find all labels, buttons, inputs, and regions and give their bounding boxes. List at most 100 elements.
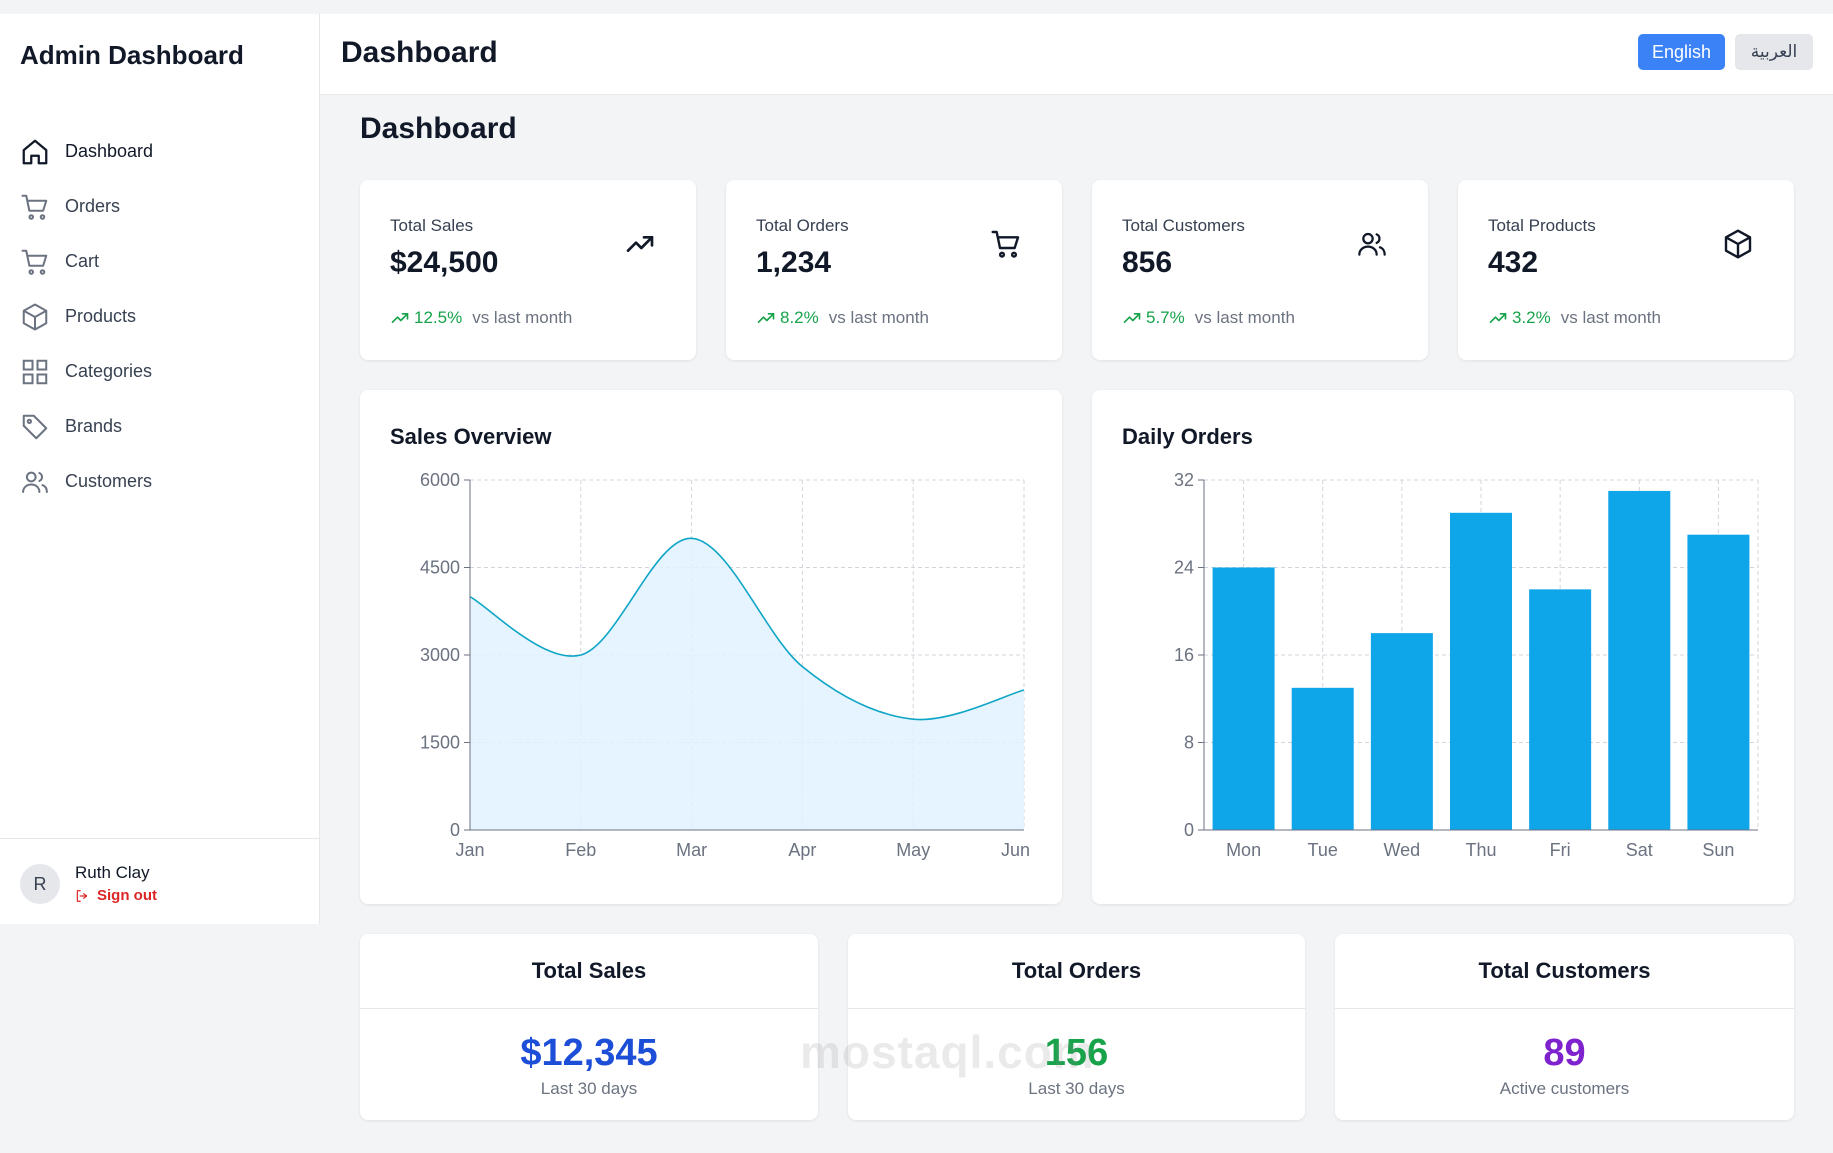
bar-tue [1291, 687, 1354, 830]
y-tick-label: 6000 [420, 470, 460, 490]
stat-label: Total Customers [1122, 216, 1245, 235]
sidebar-item-brands[interactable]: Brands [0, 399, 319, 454]
x-tick-label: Tue [1308, 840, 1338, 860]
stat-trend: 12.5% vs last month [390, 308, 572, 328]
summary-value: 89 [1543, 1032, 1586, 1074]
language-arabic-button[interactable]: العربية [1735, 34, 1813, 70]
trending-up-icon [757, 313, 775, 323]
grid-icon [20, 357, 50, 387]
trending-up-icon [624, 228, 656, 260]
stat-value: $24,500 [390, 246, 499, 279]
stat-compare: vs last month [1560, 308, 1661, 327]
daily-orders-card: Daily Orders 0 8 16 24 32 Mon Tue Wed Thu Fri Sat S… [1092, 390, 1794, 904]
stat-change: 12.5% [414, 308, 463, 327]
y-tick-label: 32 [1174, 470, 1194, 490]
sales-overview-card: Sales Overview 0 1500 3000 4500 6000 Jan Feb Ma… [360, 390, 1062, 904]
sidebar-item-orders[interactable]: Orders [0, 179, 319, 234]
stat-value: 1,234 [756, 246, 832, 279]
stat-compare: vs last month [472, 308, 573, 327]
y-tick-label: 24 [1174, 558, 1194, 578]
summary-value: $12,345 [520, 1032, 658, 1074]
stat-compare: vs last month [1194, 308, 1295, 327]
x-tick-label: Sat [1626, 840, 1653, 860]
x-tick-label: Jun [1001, 840, 1030, 860]
x-tick-label: May [896, 840, 930, 860]
x-tick-label: Fri [1550, 840, 1571, 860]
tag-icon [20, 412, 50, 442]
stat-trend: 3.2% vs last month [1488, 308, 1661, 328]
sidebar-item-cart[interactable]: Cart [0, 234, 319, 289]
cart-icon [20, 192, 50, 222]
x-tick-label: Mon [1226, 840, 1261, 860]
bar-fri [1529, 589, 1592, 830]
sidebar-item-label: Dashboard [65, 141, 154, 161]
sidebar-item-customers[interactable]: Customers [0, 454, 319, 509]
stat-change: 5.7% [1146, 308, 1185, 327]
summary-card-total-customers: Total Customers 89 Active customers [1335, 934, 1794, 1120]
home-icon [20, 137, 50, 167]
language-english-button[interactable]: English [1638, 34, 1725, 70]
user-panel: R Ruth Clay Sign out [0, 838, 319, 925]
sign-out-link[interactable]: Sign out [75, 887, 157, 904]
bar-sun [1687, 534, 1750, 830]
avatar: R [20, 864, 60, 904]
stat-card-total-sales: Total Sales $24,500 12.5% vs last month [360, 180, 696, 360]
stat-change: 3.2% [1512, 308, 1551, 327]
summary-subtitle: Last 30 days [1028, 1079, 1125, 1098]
stat-value: 432 [1488, 246, 1539, 279]
stat-card-total-products: Total Products 432 3.2% vs last month [1458, 180, 1794, 360]
sales-overview-chart: 0 1500 3000 4500 6000 Jan Feb Mar Apr May Jun [420, 470, 1030, 860]
stat-label: Total Orders [756, 216, 849, 235]
y-tick-label: 8 [1184, 733, 1194, 753]
x-tick-label: Sun [1702, 840, 1734, 860]
bar-sat [1608, 490, 1671, 830]
brand-title: Admin Dashboard [20, 40, 244, 70]
stat-compare: vs last month [828, 308, 929, 327]
y-tick-label: 4500 [420, 558, 460, 578]
x-tick-label: Wed [1384, 840, 1421, 860]
summary-subtitle: Last 30 days [540, 1079, 638, 1098]
sidebar-item-products[interactable]: Products [0, 289, 319, 344]
page-title: Dashboard [360, 112, 517, 145]
sidebar-item-label: Products [65, 306, 137, 326]
stat-trend: 5.7% vs last month [1122, 308, 1295, 328]
trending-up-icon [391, 313, 409, 323]
x-tick-label: Apr [788, 840, 816, 860]
stat-label: Total Products [1488, 216, 1596, 235]
cart-icon [990, 228, 1022, 260]
x-tick-label: Thu [1465, 840, 1496, 860]
bar-wed [1370, 633, 1433, 830]
sign-out-label: Sign out [97, 887, 157, 904]
sidebar-item-label: Cart [65, 251, 100, 271]
user-name: Ruth Clay [75, 863, 150, 882]
cart-icon [20, 247, 50, 277]
summary-subtitle: Active customers [1499, 1079, 1630, 1098]
stat-value: 856 [1122, 246, 1173, 279]
sidebar-item-label: Categories [65, 361, 153, 381]
y-tick-label: 1500 [420, 733, 460, 753]
bar-thu [1450, 512, 1512, 830]
sidebar-item-label: Orders [65, 196, 121, 216]
summary-title: Total Sales [360, 934, 818, 1009]
x-tick-label: Mar [676, 840, 707, 860]
y-tick-label: 3000 [420, 645, 460, 665]
summary-title: Total Customers [1335, 934, 1794, 1009]
top-header: Dashboard English العربية [320, 14, 1833, 95]
sales-area [470, 538, 1024, 830]
sign-out-icon [76, 889, 88, 902]
summary-title: Total Orders [848, 934, 1305, 1009]
sidebar-item-categories[interactable]: Categories [0, 344, 319, 399]
header-title: Dashboard [341, 36, 498, 69]
sidebar-item-dashboard[interactable]: Dashboard [0, 124, 319, 179]
sidebar-item-label: Customers [65, 471, 153, 491]
x-tick-label: Feb [565, 840, 596, 860]
summary-card-total-orders: Total Orders 156 Last 30 days [848, 934, 1305, 1120]
stat-trend: 8.2% vs last month [756, 308, 929, 328]
daily-orders-chart: 0 8 16 24 32 Mon Tue Wed Thu Fri Sat Sun [1174, 470, 1759, 860]
y-tick-label: 0 [1184, 820, 1194, 840]
y-tick-label: 16 [1174, 645, 1194, 665]
sidebar: Admin Dashboard Dashboard Orders Cart Pr… [0, 14, 320, 924]
stat-label: Total Sales [390, 216, 474, 235]
stat-change: 8.2% [780, 308, 819, 327]
users-icon [20, 467, 50, 497]
